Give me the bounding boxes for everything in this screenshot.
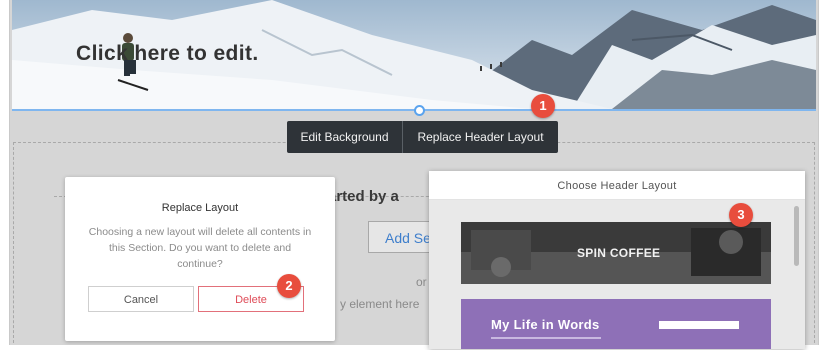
edit-background-button[interactable]: Edit Background	[287, 121, 403, 153]
header-hero-image[interactable]: Click here to edit.	[12, 0, 816, 111]
replace-header-layout-button[interactable]: Replace Header Layout	[403, 121, 558, 153]
step-badge-3: 3	[729, 203, 753, 227]
layout-label: My Life in Words	[491, 317, 600, 332]
editor-frame: tarted by a Add Se or y element here Cli…	[0, 0, 826, 350]
placeholder-bar	[659, 321, 739, 329]
or-text: or	[416, 275, 427, 289]
step-badge-2: 2	[277, 274, 301, 298]
drop-element-hint: y element here	[340, 297, 420, 311]
layout-option-my-life-in-words[interactable]: My Life in Words	[461, 299, 771, 349]
dialog-message: Choosing a new layout will delete all co…	[88, 226, 312, 270]
dialog-title: Replace Layout	[161, 202, 239, 214]
cancel-button[interactable]: Cancel	[88, 286, 194, 312]
placeholder-subtitle	[491, 337, 601, 339]
choose-header-layout-panel: Choose Header Layout SPIN COFFEE My Life…	[429, 171, 805, 349]
step-badge-1: 1	[531, 94, 555, 118]
layout-label: SPIN COFFEE	[577, 246, 661, 260]
header-toolbar: Edit Background Replace Header Layout	[287, 121, 558, 153]
panel-header: Choose Header Layout	[429, 171, 805, 200]
layout-option-spin-coffee[interactable]: SPIN COFFEE	[461, 222, 771, 284]
replace-layout-dialog: Replace Layout Choosing a new layout wil…	[65, 177, 335, 341]
hero-title[interactable]: Click here to edit.	[76, 42, 259, 66]
panel-title: Choose Header Layout	[557, 180, 677, 192]
resize-handle[interactable]	[414, 105, 425, 116]
panel-scrollbar[interactable]	[794, 206, 799, 266]
